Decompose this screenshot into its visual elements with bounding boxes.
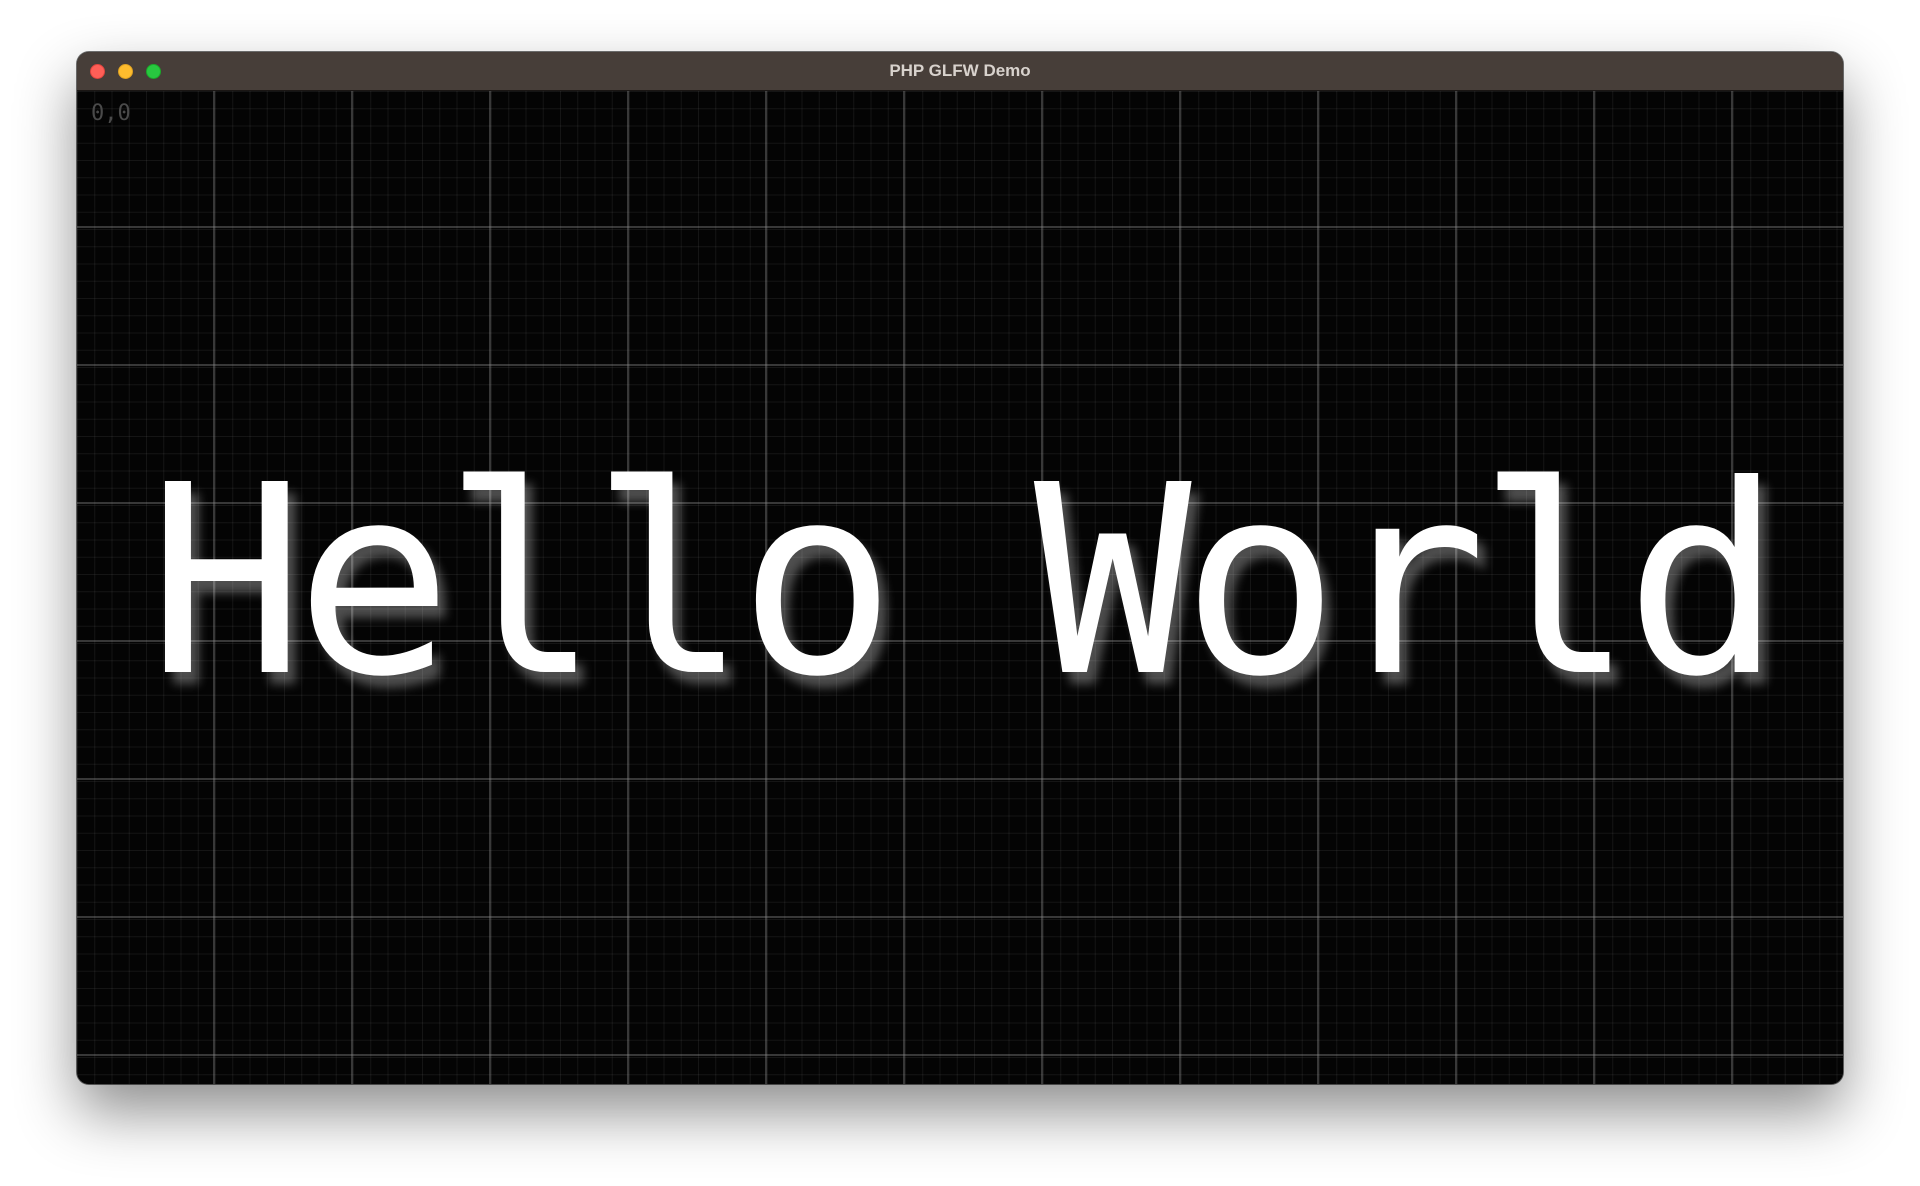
window-title: PHP GLFW Demo	[889, 61, 1031, 80]
title-bar[interactable]: PHP GLFW Demo	[77, 52, 1843, 91]
origin-coordinate-label: 0,0	[91, 101, 131, 126]
render-canvas[interactable]: 0,0 Hello World	[77, 91, 1843, 1084]
hello-world-text: Hello World	[147, 429, 1782, 734]
app-window: PHP GLFW Demo 0,0 Hello World	[77, 52, 1843, 1084]
